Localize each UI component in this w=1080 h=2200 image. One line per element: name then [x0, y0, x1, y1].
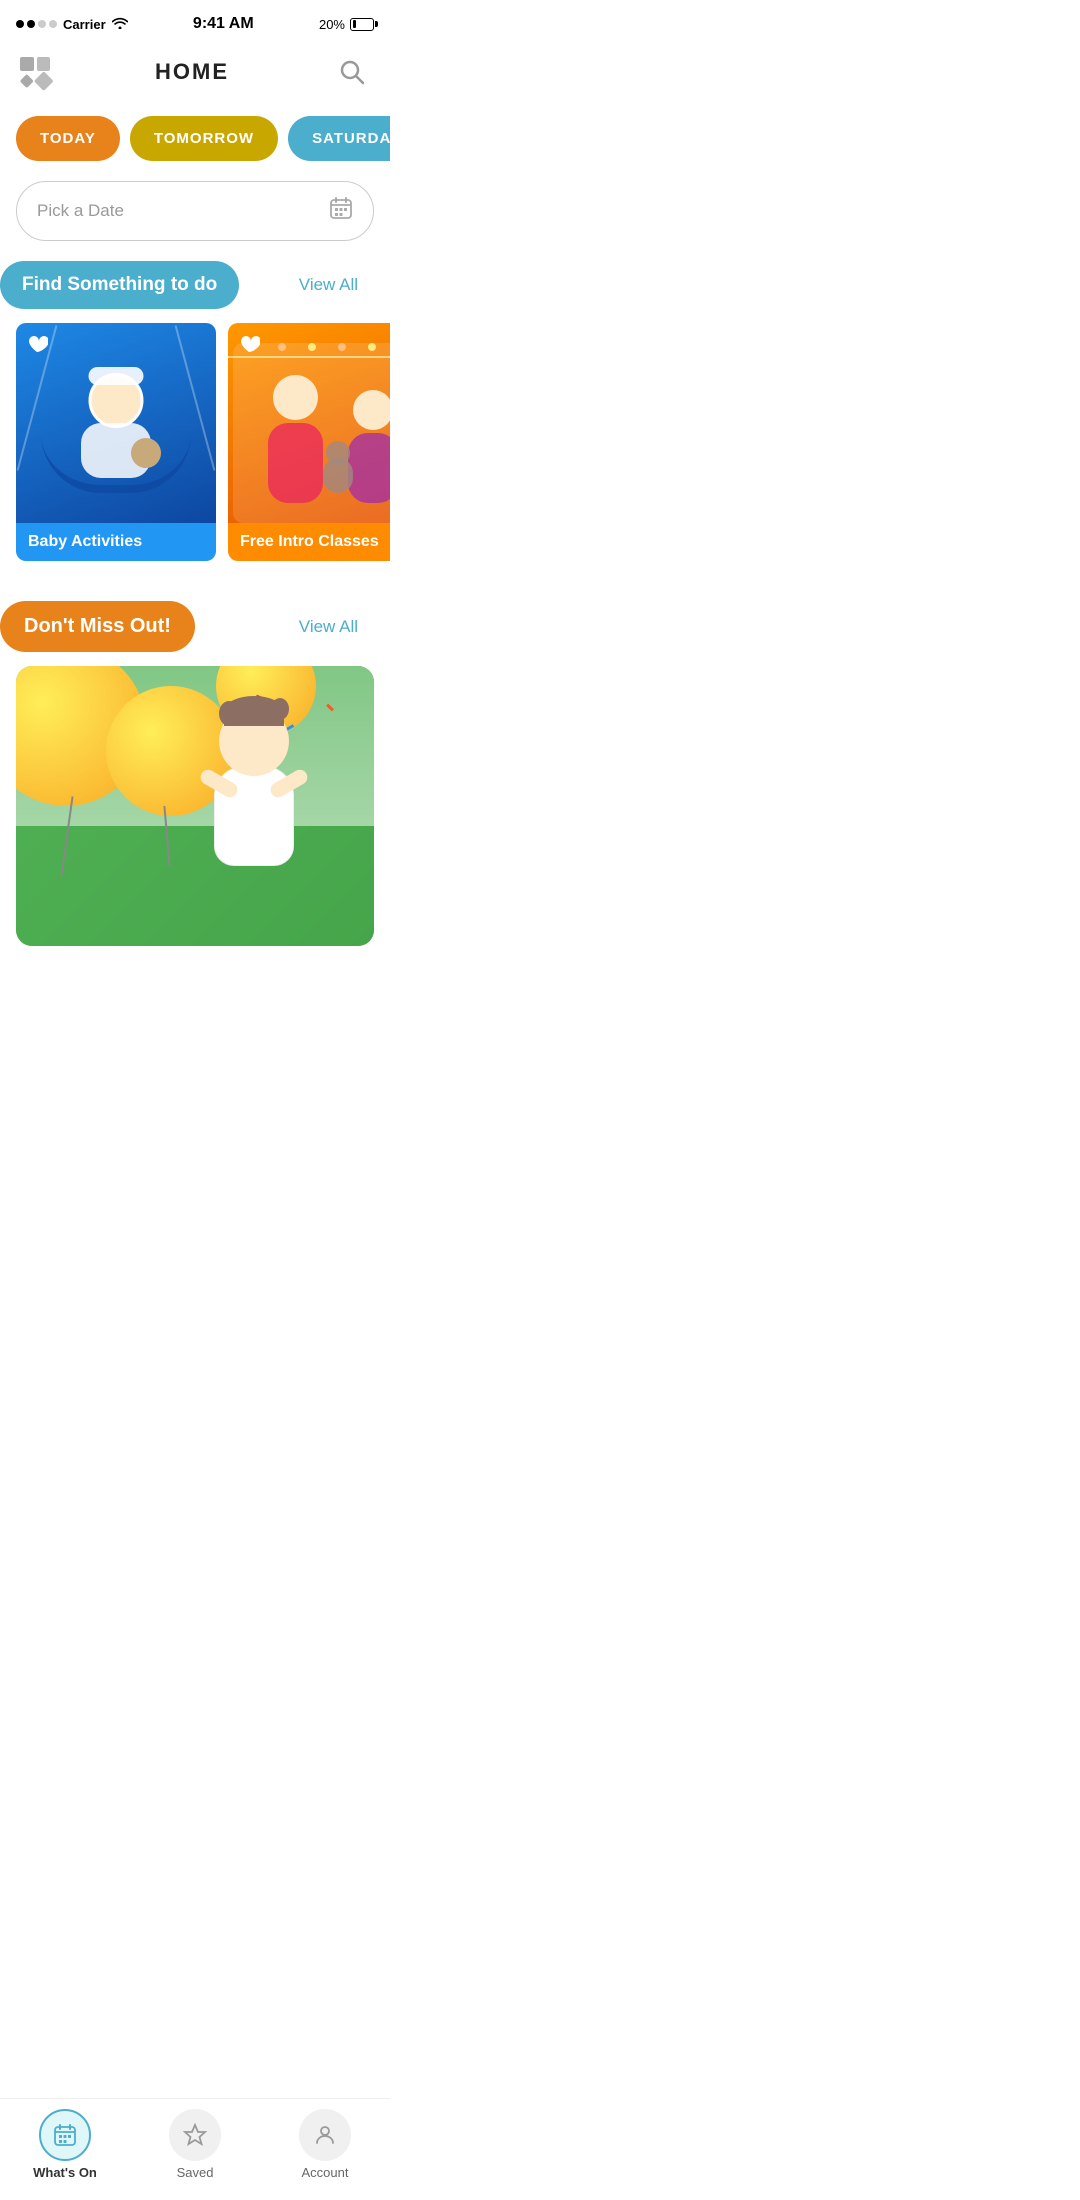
- nav-account[interactable]: Account: [285, 2109, 365, 2180]
- calendar-icon: [329, 196, 353, 226]
- card-baby-label: Baby Activities: [16, 523, 216, 561]
- bottom-nav: What's On Saved Account: [0, 2098, 390, 2200]
- status-time: 9:41 AM: [193, 15, 254, 33]
- find-section-title: Find Something to do: [0, 261, 239, 309]
- card-free-intro[interactable]: Free Intro Classes: [228, 323, 390, 561]
- card-baby-activities[interactable]: Baby Activities: [16, 323, 216, 561]
- day-btn-today[interactable]: TODAY: [16, 116, 120, 161]
- whats-on-label: What's On: [33, 2165, 97, 2180]
- card-free-label: Free Intro Classes: [228, 523, 390, 561]
- main-content: TODAY TOMORROW SATURDAY SUNDAY Pick a Da…: [0, 106, 390, 1056]
- signal-dot-4: [49, 20, 57, 28]
- day-btn-tomorrow[interactable]: TOMORROW: [130, 116, 278, 161]
- app-logo: [20, 57, 50, 87]
- account-label: Account: [302, 2165, 349, 2180]
- status-right: 20%: [319, 17, 374, 32]
- wifi-icon: [112, 16, 128, 32]
- dont-miss-title: Don't Miss Out!: [0, 601, 195, 652]
- find-view-all[interactable]: View All: [299, 275, 374, 295]
- date-picker[interactable]: Pick a Date: [16, 181, 374, 241]
- dont-miss-header: Don't Miss Out! View All: [0, 601, 390, 666]
- status-bar: Carrier 9:41 AM 20%: [0, 0, 390, 44]
- account-icon: [299, 2109, 351, 2161]
- date-picker-container: Pick a Date: [0, 181, 390, 261]
- day-btn-saturday[interactable]: SATURDAY: [288, 116, 390, 161]
- battery-percent: 20%: [319, 17, 345, 32]
- activity-cards-scroll: Baby Activities: [0, 323, 390, 581]
- signal-dot-3: [38, 20, 46, 28]
- signal-dots: [16, 20, 57, 28]
- feature-image-bg: [16, 666, 374, 946]
- feature-image[interactable]: [16, 666, 374, 946]
- find-section: Find Something to do View All: [0, 261, 390, 581]
- whats-on-icon: [39, 2109, 91, 2161]
- find-section-header: Find Something to do View All: [0, 261, 390, 323]
- signal-dot-1: [16, 20, 24, 28]
- nav-whats-on[interactable]: What's On: [25, 2109, 105, 2180]
- status-left: Carrier: [16, 16, 128, 32]
- page-title: HOME: [155, 59, 229, 85]
- day-filter-bar: TODAY TOMORROW SATURDAY SUNDAY: [0, 106, 390, 181]
- card-free-heart: [238, 333, 260, 360]
- carrier-label: Carrier: [63, 17, 106, 32]
- saved-label: Saved: [177, 2165, 214, 2180]
- dont-miss-section: Don't Miss Out! View All: [0, 581, 390, 956]
- signal-dot-2: [27, 20, 35, 28]
- nav-saved[interactable]: Saved: [155, 2109, 235, 2180]
- dont-miss-view-all[interactable]: View All: [299, 617, 374, 637]
- search-button[interactable]: [334, 54, 370, 90]
- saved-icon: [169, 2109, 221, 2161]
- header: HOME: [0, 44, 390, 106]
- card-baby-heart: [26, 333, 48, 360]
- battery-icon: [350, 18, 374, 31]
- date-picker-placeholder: Pick a Date: [37, 201, 124, 221]
